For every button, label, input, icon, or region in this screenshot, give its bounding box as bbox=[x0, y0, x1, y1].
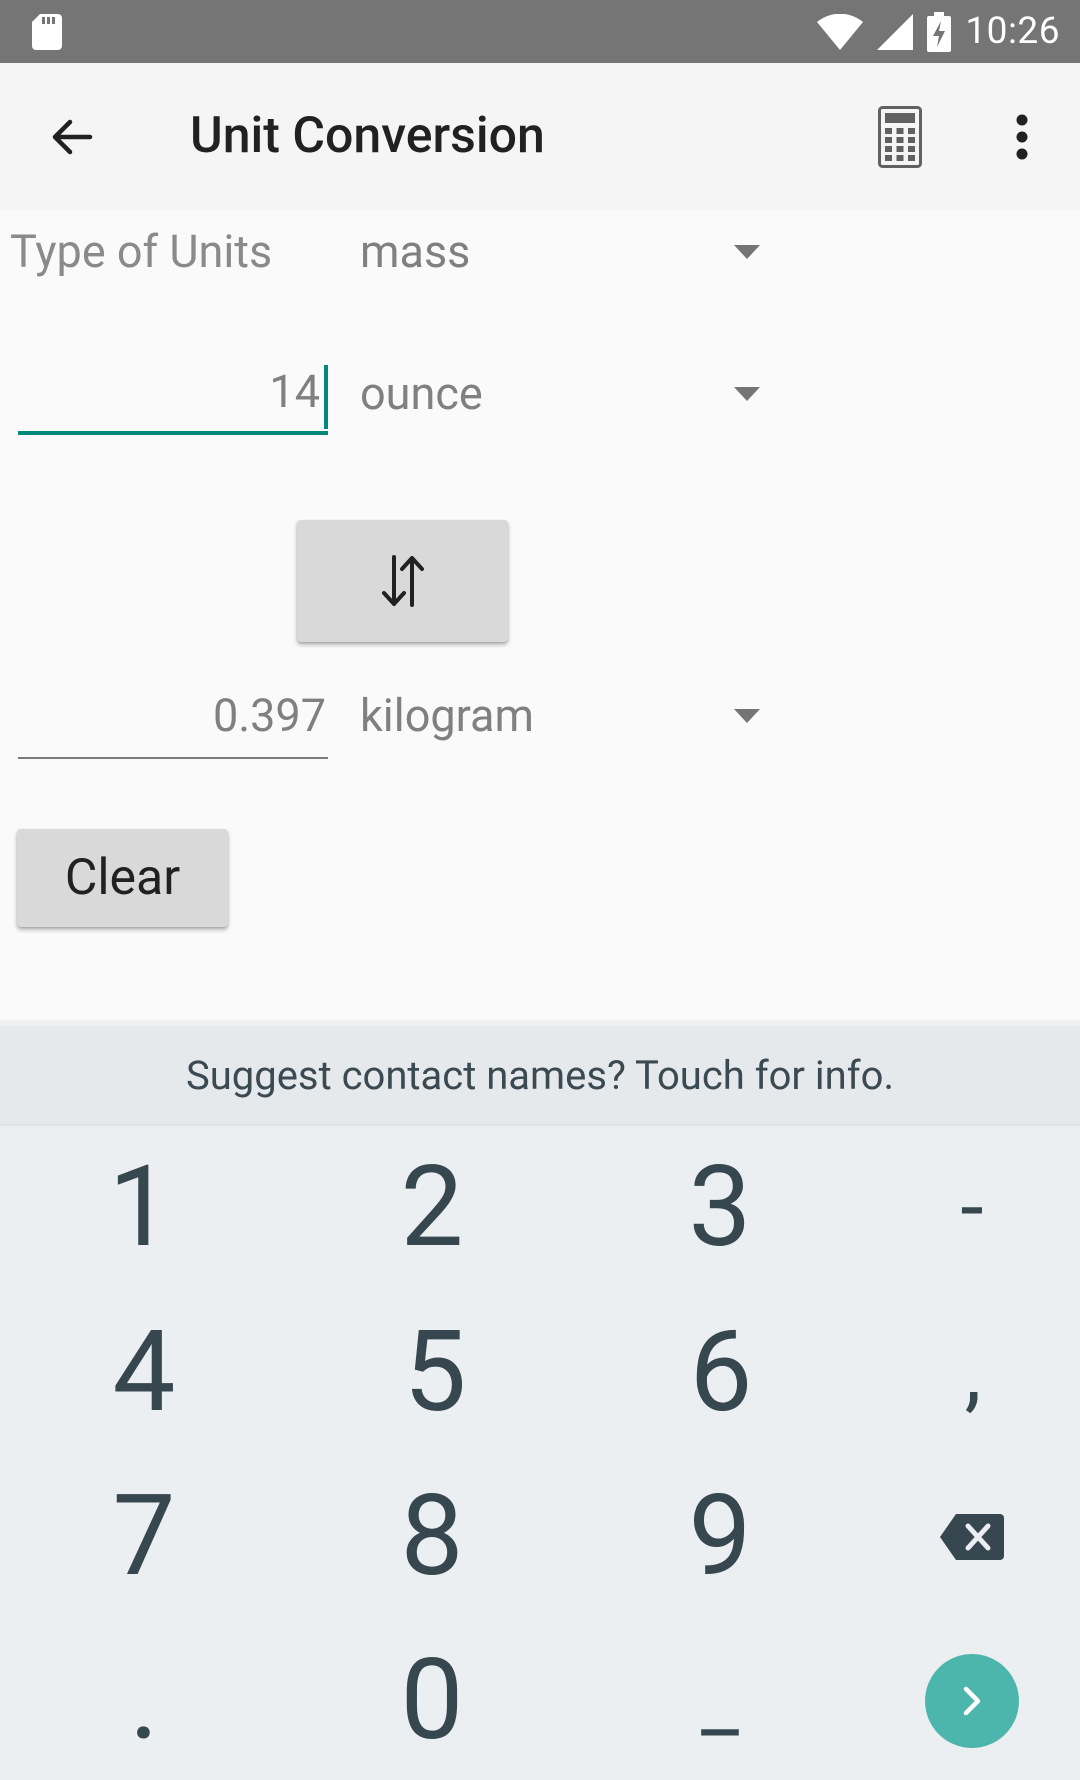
output-value-text: 0.397 bbox=[212, 689, 326, 742]
key-2[interactable]: 2 bbox=[297, 1126, 567, 1290]
back-button[interactable] bbox=[36, 101, 108, 173]
dropdown-arrow-icon bbox=[734, 709, 760, 723]
key-8[interactable]: 8 bbox=[297, 1455, 567, 1619]
sd-card-icon bbox=[32, 14, 62, 50]
key-space[interactable]: _ bbox=[585, 1619, 855, 1780]
input-value-text: 14 bbox=[269, 365, 320, 418]
input-underline bbox=[18, 431, 328, 435]
dropdown-arrow-icon bbox=[734, 245, 760, 259]
unit-type-spinner[interactable]: mass bbox=[360, 225, 760, 295]
key-period[interactable]: . bbox=[9, 1619, 279, 1780]
calculator-button[interactable] bbox=[868, 101, 932, 173]
signal-icon bbox=[877, 13, 914, 50]
arrow-back-icon bbox=[52, 119, 93, 155]
chevron-right-icon bbox=[963, 1686, 981, 1716]
key-comma[interactable]: , bbox=[838, 1291, 1080, 1455]
key-minus[interactable]: - bbox=[837, 1126, 1080, 1290]
type-of-units-label: Type of Units bbox=[10, 225, 273, 278]
key-backspace[interactable] bbox=[837, 1455, 1080, 1619]
output-unit-value: kilogram bbox=[360, 689, 534, 742]
output-unit-spinner[interactable]: kilogram bbox=[360, 689, 760, 759]
key-0[interactable]: 0 bbox=[297, 1619, 567, 1780]
key-6[interactable]: 6 bbox=[586, 1291, 856, 1455]
key-9[interactable]: 9 bbox=[585, 1455, 855, 1619]
backspace-icon bbox=[940, 1514, 1004, 1560]
wifi-icon bbox=[817, 13, 864, 50]
input-value-field[interactable]: 14 bbox=[18, 365, 328, 435]
key-7[interactable]: 7 bbox=[9, 1455, 279, 1619]
calculator-icon bbox=[878, 106, 922, 168]
status-bar: 10:26 bbox=[0, 0, 1080, 63]
input-unit-value: ounce bbox=[360, 367, 483, 420]
app-bar: Unit Conversion bbox=[0, 63, 1080, 210]
suggestion-text: Suggest contact names? Touch for info. bbox=[185, 1051, 894, 1099]
status-time: 10:26 bbox=[965, 10, 1060, 53]
text-cursor bbox=[324, 365, 328, 429]
clear-button[interactable]: Clear bbox=[17, 829, 228, 927]
battery-charging-icon bbox=[927, 11, 952, 52]
key-enter[interactable] bbox=[837, 1619, 1080, 1780]
numeric-keyboard: 1 2 3 - 4 5 6 , 7 8 9 . 0 _ bbox=[0, 1124, 1080, 1780]
unit-type-value: mass bbox=[360, 225, 471, 278]
key-4[interactable]: 4 bbox=[9, 1291, 279, 1455]
page-title: Unit Conversion bbox=[190, 107, 545, 165]
keyboard-suggestion-strip[interactable]: Suggest contact names? Touch for info. bbox=[0, 1020, 1080, 1124]
output-value-field[interactable]: 0.397 bbox=[18, 689, 328, 759]
more-options-button[interactable] bbox=[990, 101, 1054, 173]
input-unit-spinner[interactable]: ounce bbox=[360, 367, 760, 437]
output-underline bbox=[18, 757, 328, 759]
dropdown-arrow-icon bbox=[734, 387, 760, 401]
key-3[interactable]: 3 bbox=[585, 1126, 855, 1290]
key-1[interactable]: 1 bbox=[5, 1126, 275, 1290]
key-5[interactable]: 5 bbox=[300, 1291, 570, 1455]
swap-vertical-icon bbox=[381, 555, 424, 607]
more-vert-icon bbox=[1016, 114, 1028, 160]
swap-units-button[interactable] bbox=[297, 520, 508, 642]
enter-key-circle bbox=[925, 1654, 1019, 1748]
